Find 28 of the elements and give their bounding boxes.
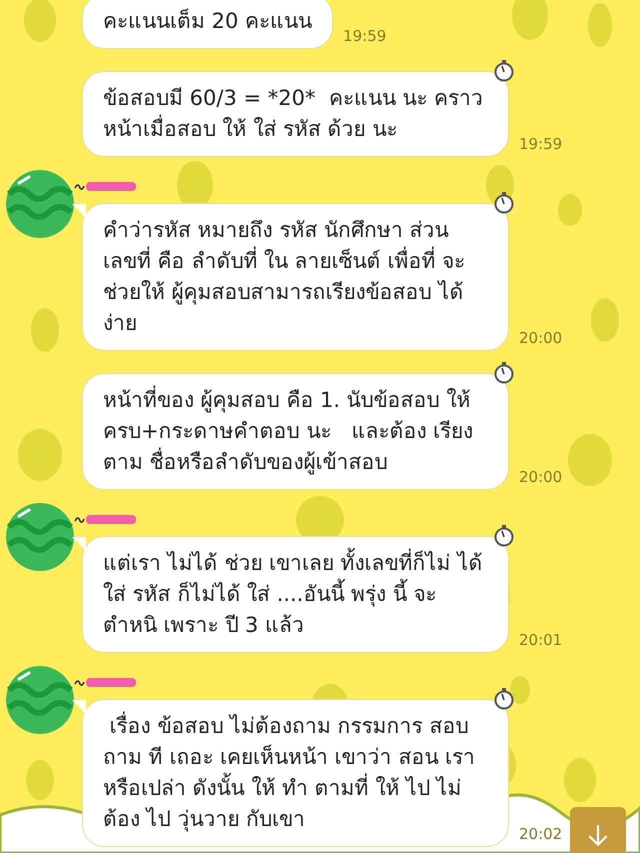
message-text: หน้าที่ของ ผู้คุมสอบ คือ 1. นับข้อสอบ ให้ ครบ+กระดาษคำตอบ นะ และต้อง เรียง ตาม ชื่อหรือลำดับของผู้เข้าสอบ: [103, 385, 488, 478]
polka-dot: [31, 308, 59, 352]
polka-dot: [18, 429, 62, 481]
message-time: 20:00: [519, 329, 562, 347]
name-scribble: [74, 179, 138, 193]
message-text: คะแนนเต็ม 20 คะแนน: [103, 8, 312, 35]
name-scribble: [74, 675, 138, 689]
avatar[interactable]: [5, 502, 75, 572]
message-time: 19:59: [519, 135, 562, 153]
avatar[interactable]: [5, 169, 75, 239]
scroll-down-button[interactable]: [570, 807, 626, 853]
message-text: ข้อสอบมี 60/3 = *20* คะแนน นะ คราวหน้าเมื่อสอบ ให้ ใส่ รหัส ด้วย นะ: [103, 85, 484, 143]
polka-dot: [558, 194, 582, 226]
polka-dot: [588, 3, 612, 47]
polka-dot: [568, 434, 612, 486]
name-scribble: [74, 512, 138, 526]
message-text: แต่เรา ไม่ได้ ช่วย เขาเลย ทั้งเลขที่ก็ไม่ ได้ ใส่ รหัส ก็ไม่ได้ ใส่ ....อันนี้ พรุ่ง นี้ จะ ตำหนิ เพราะ ปี 3 แล้ว: [103, 548, 488, 641]
polka-dot: [564, 758, 596, 802]
message-time: 19:59: [343, 27, 386, 45]
message-text: เรื่อง ข้อสอบ ไม่ต้องถาม กรรมการ สอบ ถาม ที เถอะ เคยเห็นหน้า เขาว่า สอน เราหรือเปล่า ดังนั้น ให้ ทำ ตามที่ ให้ ไป ไม่ ต้อง ไป วุ่นวาย กับเขา: [103, 711, 488, 835]
polka-dot: [591, 298, 619, 342]
polka-dot: [510, 676, 530, 704]
message-time: 20:02: [519, 825, 562, 843]
polka-dot: [26, 760, 54, 800]
message-time: 20:00: [519, 468, 562, 486]
message-text: คำว่ารหัส หมายถึง รหัส นักศึกษา ส่วน เลขที่ คือ ลำดับที่ ใน ลายเซ็นต์ เพื่อที่ จะช่วยให้ ผู้คุมสอบสามารถเรียงข้อสอบ ได้ ง่าย: [103, 217, 466, 337]
avatar[interactable]: [5, 665, 75, 735]
message-time: 20:01: [519, 631, 562, 649]
